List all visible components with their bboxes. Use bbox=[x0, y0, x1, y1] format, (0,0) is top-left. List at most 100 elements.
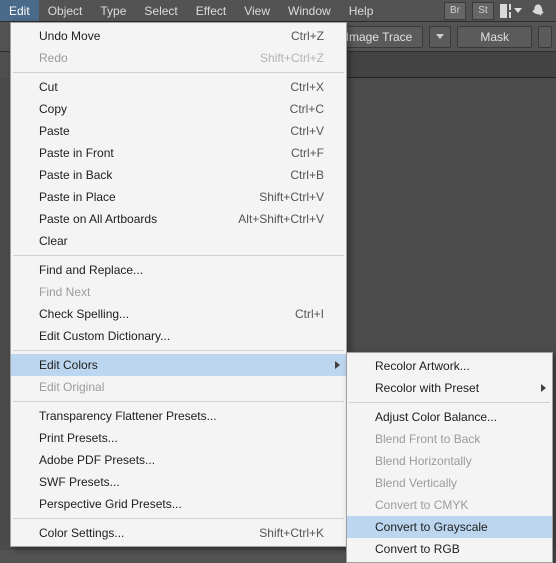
edit-menu-item[interactable]: CutCtrl+X bbox=[11, 76, 346, 98]
menu-effect[interactable]: Effect bbox=[187, 0, 235, 21]
arrange-docs-icon[interactable] bbox=[500, 2, 522, 20]
edit-menu-item[interactable]: Adobe PDF Presets... bbox=[11, 449, 346, 471]
edit-menu-item[interactable]: PasteCtrl+V bbox=[11, 120, 346, 142]
edit-menu-separator bbox=[13, 72, 344, 73]
edit-menu-item-label: Check Spelling... bbox=[39, 307, 295, 321]
menu-select[interactable]: Select bbox=[135, 0, 186, 21]
edit-colors-item: Blend Vertically bbox=[347, 472, 552, 494]
edit-colors-item-label: Recolor Artwork... bbox=[375, 359, 530, 373]
edit-menu-item-shortcut: Alt+Shift+Ctrl+V bbox=[238, 212, 324, 226]
menu-window[interactable]: Window bbox=[279, 0, 340, 21]
submenu-arrow-icon bbox=[335, 361, 340, 369]
menu-view[interactable]: View bbox=[235, 0, 279, 21]
stock-icon[interactable]: St bbox=[472, 2, 494, 20]
edit-menu-item-label: Undo Move bbox=[39, 29, 291, 43]
image-trace-button[interactable]: Image Trace bbox=[335, 26, 424, 48]
edit-menu-separator bbox=[13, 518, 344, 519]
edit-menu-item-label: Paste in Place bbox=[39, 190, 259, 204]
edit-menu-item-shortcut: Ctrl+I bbox=[295, 307, 324, 321]
edit-menu-item[interactable]: CopyCtrl+C bbox=[11, 98, 346, 120]
edit-menu-item-label: Perspective Grid Presets... bbox=[39, 497, 324, 511]
edit-menu-item-label: Adobe PDF Presets... bbox=[39, 453, 324, 467]
edit-menu-item: Find Next bbox=[11, 281, 346, 303]
edit-menu-dropdown: Undo MoveCtrl+ZRedoShift+Ctrl+ZCutCtrl+X… bbox=[10, 22, 347, 547]
edit-menu-item-shortcut: Ctrl+V bbox=[290, 124, 324, 138]
edit-menu-item-label: Paste in Back bbox=[39, 168, 290, 182]
chevron-down-icon bbox=[514, 8, 522, 13]
edit-menu-item-shortcut: Ctrl+B bbox=[290, 168, 324, 182]
edit-menu-item[interactable]: SWF Presets... bbox=[11, 471, 346, 493]
edit-menu-item-label: Print Presets... bbox=[39, 431, 324, 445]
edit-menu-item-label: Find Next bbox=[39, 285, 324, 299]
edit-menu-item-label: Cut bbox=[39, 80, 290, 94]
bridge-icon[interactable]: Br bbox=[444, 2, 466, 20]
chevron-down-icon bbox=[436, 34, 444, 39]
edit-colors-item: Blend Horizontally bbox=[347, 450, 552, 472]
edit-colors-item-label: Blend Front to Back bbox=[375, 432, 530, 446]
edit-colors-item[interactable]: Recolor with Preset bbox=[347, 377, 552, 399]
edit-colors-item-label: Adjust Color Balance... bbox=[375, 410, 530, 424]
edit-menu-item-shortcut: Ctrl+X bbox=[290, 80, 324, 94]
submenu-arrow-icon bbox=[541, 384, 546, 392]
menu-help[interactable]: Help bbox=[340, 0, 383, 21]
rocket-icon[interactable] bbox=[528, 2, 550, 20]
edit-colors-separator bbox=[349, 402, 550, 403]
edit-menu-item-shortcut: Shift+Ctrl+Z bbox=[260, 51, 324, 65]
edit-menu-item-label: Edit Original bbox=[39, 380, 324, 394]
edit-menu-item[interactable]: Paste in PlaceShift+Ctrl+V bbox=[11, 186, 346, 208]
edit-colors-item-label: Convert to RGB bbox=[375, 542, 530, 556]
edit-menu-item-label: Clear bbox=[39, 234, 324, 248]
edit-menu-item[interactable]: Paste on All ArtboardsAlt+Shift+Ctrl+V bbox=[11, 208, 346, 230]
edit-colors-item[interactable]: Convert to Grayscale bbox=[347, 516, 552, 538]
edit-menu-item[interactable]: Paste in FrontCtrl+F bbox=[11, 142, 346, 164]
edit-menu-item: Edit Original bbox=[11, 376, 346, 398]
edit-menu-item-label: SWF Presets... bbox=[39, 475, 324, 489]
menu-edit[interactable]: Edit bbox=[0, 0, 39, 21]
edit-colors-item: Blend Front to Back bbox=[347, 428, 552, 450]
edit-colors-item[interactable]: Convert to RGB bbox=[347, 538, 552, 560]
toolbar-extra-button[interactable] bbox=[538, 26, 552, 48]
edit-menu-item-label: Redo bbox=[39, 51, 260, 65]
image-trace-label: Image Trace bbox=[346, 27, 413, 47]
menu-object[interactable]: Object bbox=[39, 0, 92, 21]
edit-menu-item[interactable]: Paste in BackCtrl+B bbox=[11, 164, 346, 186]
edit-menu-item[interactable]: Edit Custom Dictionary... bbox=[11, 325, 346, 347]
edit-menu-item-label: Paste on All Artboards bbox=[39, 212, 238, 226]
edit-menu-item-shortcut: Ctrl+Z bbox=[291, 29, 324, 43]
edit-menu-item[interactable]: Color Settings...Shift+Ctrl+K bbox=[11, 522, 346, 544]
edit-colors-item-label: Recolor with Preset bbox=[375, 381, 530, 395]
edit-menu-separator bbox=[13, 350, 344, 351]
mask-label: Mask bbox=[480, 27, 509, 47]
edit-menu-item: RedoShift+Ctrl+Z bbox=[11, 47, 346, 69]
edit-menu-item-label: Color Settings... bbox=[39, 526, 259, 540]
edit-menu-item-shortcut: Ctrl+C bbox=[290, 102, 324, 116]
edit-colors-submenu: Recolor Artwork... Recolor with Preset Adj… bbox=[346, 352, 553, 563]
edit-menu-item[interactable]: Find and Replace... bbox=[11, 259, 346, 281]
image-trace-dropdown[interactable] bbox=[429, 26, 451, 48]
edit-menu-item[interactable]: Clear bbox=[11, 230, 346, 252]
edit-colors-item-label: Convert to Grayscale bbox=[375, 520, 530, 534]
edit-colors-item-label: Blend Vertically bbox=[375, 476, 530, 490]
edit-menu-item[interactable]: Check Spelling...Ctrl+I bbox=[11, 303, 346, 325]
menu-type[interactable]: Type bbox=[91, 0, 135, 21]
edit-menu-item-shortcut: Ctrl+F bbox=[291, 146, 324, 160]
edit-menu-item[interactable]: Transparency Flattener Presets... bbox=[11, 405, 346, 427]
edit-menu-item-label: Paste in Front bbox=[39, 146, 291, 160]
edit-menu-item-label: Transparency Flattener Presets... bbox=[39, 409, 324, 423]
edit-colors-item-label: Blend Horizontally bbox=[375, 454, 530, 468]
edit-menu-item[interactable]: Edit Colors bbox=[11, 354, 346, 376]
edit-menu-item-label: Edit Custom Dictionary... bbox=[39, 329, 324, 343]
edit-colors-item: Convert to CMYK bbox=[347, 494, 552, 516]
edit-menu-item-label: Paste bbox=[39, 124, 290, 138]
edit-menu-item[interactable]: Print Presets... bbox=[11, 427, 346, 449]
edit-menu-item-label: Edit Colors bbox=[39, 358, 324, 372]
edit-colors-item-label: Convert to CMYK bbox=[375, 498, 530, 512]
edit-menu-item[interactable]: Perspective Grid Presets... bbox=[11, 493, 346, 515]
mask-button[interactable]: Mask bbox=[457, 26, 532, 48]
edit-colors-item[interactable]: Adjust Color Balance... bbox=[347, 406, 552, 428]
edit-colors-item[interactable]: Recolor Artwork... bbox=[347, 355, 552, 377]
edit-menu-item[interactable]: Undo MoveCtrl+Z bbox=[11, 25, 346, 47]
edit-menu-item-shortcut: Shift+Ctrl+V bbox=[259, 190, 324, 204]
edit-menu-item-label: Copy bbox=[39, 102, 290, 116]
edit-menu-separator bbox=[13, 401, 344, 402]
